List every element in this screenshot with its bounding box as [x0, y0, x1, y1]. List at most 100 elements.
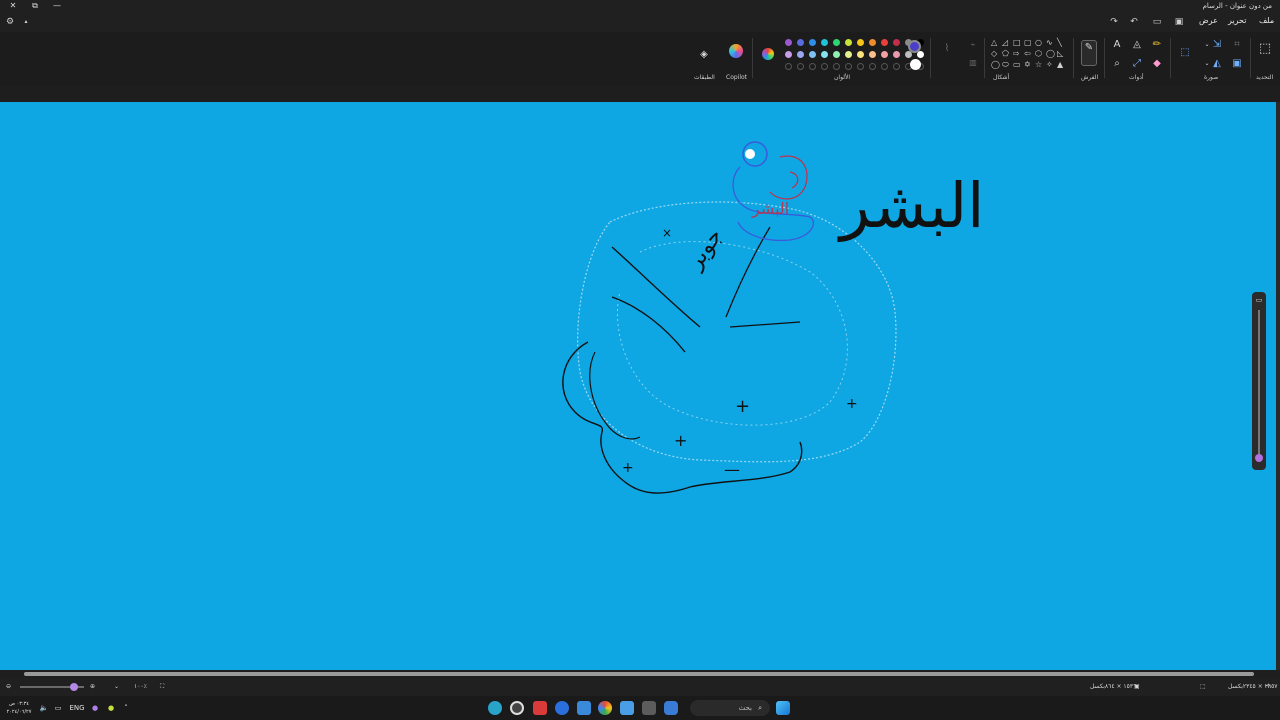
color-swatch[interactable] [857, 39, 864, 46]
color-swatch[interactable] [857, 63, 864, 70]
pencil-icon[interactable]: ✏ [1150, 38, 1164, 52]
zoom-fit-icon[interactable]: ▭ [1254, 296, 1264, 306]
github-app-icon[interactable] [510, 701, 524, 715]
color-swatch[interactable] [845, 39, 852, 46]
horizontal-scrollbar[interactable] [0, 670, 1280, 678]
color-swatch[interactable] [845, 51, 852, 58]
primary-color[interactable] [908, 40, 921, 53]
color-swatch[interactable] [869, 63, 876, 70]
color-swatch[interactable] [881, 51, 888, 58]
volume-icon[interactable]: 🔈 [38, 700, 50, 716]
shape-fill-icon[interactable]: ▥ [966, 56, 980, 70]
color-swatch[interactable] [821, 51, 828, 58]
remove-background-icon[interactable]: ▣ [1230, 57, 1244, 71]
clock-time: ٠٣:٣٤ ص [8, 701, 30, 707]
color-swatch[interactable] [797, 51, 804, 58]
paint-app-icon[interactable] [488, 701, 502, 715]
taskbar-search[interactable]: ⌕ بحث [690, 700, 770, 716]
crop-icon[interactable]: ⌗ [1230, 38, 1244, 52]
color-swatch[interactable] [893, 63, 900, 70]
start-button-icon[interactable] [776, 701, 790, 715]
color-swatch[interactable] [821, 63, 828, 70]
resize-icon[interactable]: ⇲ [1210, 38, 1224, 52]
color-swatch[interactable] [833, 39, 840, 46]
color-swatch[interactable] [845, 63, 852, 70]
notification-icon[interactable]: ● [105, 700, 117, 716]
crop-select-icon[interactable]: ⬚ [1178, 46, 1192, 60]
restore-icon[interactable]: ⧉ [24, 0, 46, 12]
redo-icon[interactable]: ↷ [1108, 16, 1120, 28]
secondary-color[interactable] [910, 59, 921, 70]
color-swatch[interactable] [833, 63, 840, 70]
undo-icon[interactable]: ↶ [1128, 16, 1140, 28]
color-swatch[interactable] [797, 63, 804, 70]
color-picker-icon[interactable] [762, 48, 774, 60]
zoom-level[interactable]: ١٠٠٪ [134, 681, 147, 693]
media-app-icon[interactable] [533, 701, 547, 715]
menu-file[interactable]: ملف [1259, 16, 1274, 25]
color-swatch[interactable] [917, 51, 924, 58]
microphone-icon[interactable]: ● [90, 700, 100, 716]
copilot-icon[interactable] [729, 44, 743, 58]
color-swatch[interactable] [797, 39, 804, 46]
eraser-icon[interactable]: ◆ [1150, 57, 1164, 71]
color-swatch[interactable] [881, 39, 888, 46]
color-swatch[interactable] [809, 63, 816, 70]
clock[interactable]: ٠٣:٣٤ ص ٢٠٢٤/٠٦/٢٧ [6, 700, 32, 716]
open-icon[interactable]: ▭ [1151, 16, 1163, 28]
menu-edit[interactable]: تحرير [1228, 16, 1246, 25]
tray-chevron-icon[interactable]: ˄ [120, 700, 132, 716]
color-picker-tool-icon[interactable]: ⤢ [1130, 57, 1144, 71]
app-icon[interactable] [620, 701, 634, 715]
fit-screen-icon[interactable]: ⛶ [160, 681, 164, 693]
color-swatch[interactable] [869, 51, 876, 58]
color-swatch[interactable] [785, 39, 792, 46]
settings-icon[interactable]: ⚙ [4, 16, 16, 28]
drawing-canvas[interactable]: × + + + + — جوبر البشر البشر [0, 102, 1276, 670]
color-swatch[interactable] [869, 39, 876, 46]
zoom-knob[interactable] [1255, 454, 1263, 462]
color-swatch[interactable] [785, 51, 792, 58]
selection-icon[interactable]: ⬚ [1258, 42, 1272, 56]
chrome-app-icon[interactable] [598, 701, 612, 715]
main-word-text: البشر [837, 169, 984, 242]
outline-icon[interactable]: ⌇ [940, 42, 954, 56]
color-swatch[interactable] [809, 51, 816, 58]
brush-icon[interactable]: ✎ [1081, 40, 1097, 66]
horizontal-scroll-thumb[interactable] [24, 672, 1254, 676]
rotate-icon[interactable]: ◭ [1210, 57, 1224, 71]
canvas-margin [0, 86, 1280, 102]
color-swatch[interactable] [857, 51, 864, 58]
edge-app-icon[interactable] [555, 701, 569, 715]
zoom-in-icon[interactable]: ⊕ [90, 681, 95, 693]
zoom-track[interactable] [1258, 310, 1260, 460]
zoom-dropdown-icon[interactable]: ⌄ [114, 681, 119, 693]
language-indicator[interactable]: ENG [68, 700, 86, 716]
zoom-slider-knob[interactable] [70, 683, 78, 691]
telegram-app-icon[interactable] [577, 701, 591, 715]
fill-icon[interactable]: ⌁ [966, 38, 980, 52]
task-view-icon[interactable] [642, 701, 656, 715]
zoom-out-icon[interactable]: ⊖ [6, 681, 11, 693]
vertical-scrollbar[interactable] [1276, 102, 1280, 670]
minimize-icon[interactable]: — [46, 0, 68, 12]
pin-icon[interactable]: ▴ [20, 16, 32, 28]
color-swatch[interactable] [785, 63, 792, 70]
copilot-taskbar-icon[interactable] [664, 701, 678, 715]
layers-icon[interactable]: ◈ [697, 48, 711, 62]
network-icon[interactable]: ▭ [52, 700, 64, 716]
color-swatch[interactable] [821, 39, 828, 46]
color-swatch[interactable] [893, 51, 900, 58]
color-swatch[interactable] [881, 63, 888, 70]
zoom-panel[interactable]: ▭ [1252, 292, 1266, 470]
magnifier-icon[interactable]: ⌕ [1110, 57, 1124, 71]
menu-view[interactable]: عرض [1199, 16, 1218, 25]
divider [1073, 38, 1074, 78]
fill-bucket-icon[interactable]: ◬ [1130, 38, 1144, 52]
text-icon[interactable]: A [1110, 38, 1124, 52]
color-swatch[interactable] [893, 39, 900, 46]
color-swatch[interactable] [833, 51, 840, 58]
close-icon[interactable]: ✕ [2, 0, 24, 12]
save-icon[interactable]: ▣ [1173, 16, 1185, 28]
color-swatch[interactable] [809, 39, 816, 46]
